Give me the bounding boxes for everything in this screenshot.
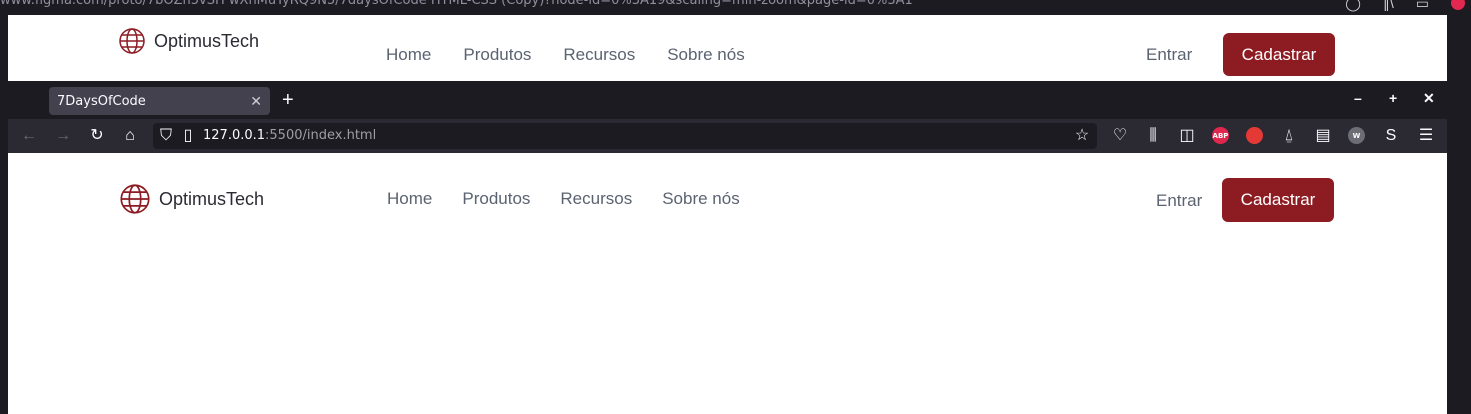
back-icon[interactable]: ←: [20, 127, 38, 145]
url-text[interactable]: 127.0.0.1:5500/index.html: [203, 128, 376, 143]
home-icon[interactable]: ⌂: [121, 127, 139, 145]
background-signup-button[interactable]: Cadastrar: [1223, 33, 1335, 76]
notes-icon[interactable]: ▤: [1314, 127, 1332, 145]
translate-icon[interactable]: ⍙: [1280, 127, 1298, 145]
background-url-strip: www.figma.com/proto/7bOZh5vSH wXhMuTyRQ9…: [0, 0, 1471, 15]
w-extension-icon[interactable]: W: [1348, 127, 1365, 144]
tomato-icon[interactable]: [1246, 127, 1263, 144]
tab-title: 7DaysOfCode: [57, 93, 146, 109]
background-page: OptimusTech Home Produtos Recursos Sobre…: [8, 15, 1447, 81]
reload-icon[interactable]: ↻: [88, 127, 106, 145]
background-right-edge: [1447, 15, 1471, 414]
tab-close-icon[interactable]: ✕: [250, 93, 262, 110]
page-content: OptimusTech Home Produtos Recursos Sobre…: [8, 153, 1447, 414]
background-brand[interactable]: OptimusTech: [118, 27, 259, 55]
background-login-link[interactable]: Entrar: [1146, 45, 1192, 65]
background-toolbar-icons: ◯ ∥\ ▭: [1345, 0, 1471, 12]
url-bar[interactable]: ⛉ ▯ 127.0.0.1:5500/index.html ☆: [153, 123, 1097, 149]
close-window-button[interactable]: ✕: [1423, 90, 1435, 107]
background-shield-icon: ◯: [1345, 0, 1361, 11]
brand-name: OptimusTech: [159, 188, 265, 209]
s-extension-icon[interactable]: S: [1382, 127, 1400, 145]
nav-produtos[interactable]: Produtos: [462, 189, 530, 209]
background-extension-icon: [1451, 0, 1465, 10]
background-url-text: www.figma.com/proto/7bOZh5vSH wXhMuTyRQ9…: [0, 0, 913, 8]
nav-toolbar: ← → ↻ ⌂ ⛉ ▯ 127.0.0.1:5500/index.html ☆ …: [8, 119, 1447, 153]
url-path: :5500/index.html: [265, 128, 377, 143]
background-brand-name: OptimusTech: [154, 30, 260, 51]
library-icon[interactable]: ⫼: [1144, 127, 1162, 145]
nav-sobre-nos[interactable]: Sobre nós: [662, 189, 740, 209]
maximize-button[interactable]: +: [1389, 90, 1397, 106]
nav-recursos[interactable]: Recursos: [560, 189, 632, 209]
menu-icon[interactable]: ☰: [1417, 127, 1435, 145]
shield-icon[interactable]: ⛉: [157, 127, 175, 145]
minimize-button[interactable]: –: [1354, 90, 1362, 106]
sidebar-icon[interactable]: ◫: [1178, 127, 1196, 145]
pocket-icon[interactable]: ♡: [1111, 127, 1129, 145]
nav-home[interactable]: Home: [387, 189, 432, 209]
brand[interactable]: OptimusTech: [119, 183, 264, 215]
tab-bar: 7DaysOfCode ✕ + – + ✕: [8, 81, 1447, 119]
browser-window: 7DaysOfCode ✕ + – + ✕ ← → ↻ ⌂ ⛉ ▯ 127.0.…: [8, 81, 1447, 414]
main-nav: Home Produtos Recursos Sobre nós: [387, 189, 740, 209]
new-tab-button[interactable]: +: [282, 89, 294, 112]
background-sidebar-icon: ▭: [1415, 0, 1429, 11]
background-nav-recursos[interactable]: Recursos: [563, 45, 635, 65]
globe-icon: [119, 28, 145, 54]
adblock-icon[interactable]: ABP: [1212, 127, 1229, 144]
background-library-icon: ∥\: [1382, 0, 1394, 11]
login-link[interactable]: Entrar: [1156, 191, 1202, 211]
page-icon: ▯: [183, 127, 193, 144]
url-host: 127.0.0.1: [203, 128, 266, 143]
background-nav-home[interactable]: Home: [386, 45, 431, 65]
tab-active[interactable]: 7DaysOfCode ✕: [49, 87, 270, 115]
globe-icon: [120, 184, 150, 214]
background-nav-produtos[interactable]: Produtos: [463, 45, 531, 65]
forward-icon[interactable]: →: [54, 127, 72, 145]
bookmark-star-icon[interactable]: ☆: [1073, 127, 1091, 145]
background-nav-sobre[interactable]: Sobre nós: [667, 45, 745, 65]
background-nav: Home Produtos Recursos Sobre nós: [386, 45, 745, 65]
signup-button[interactable]: Cadastrar: [1222, 178, 1334, 222]
